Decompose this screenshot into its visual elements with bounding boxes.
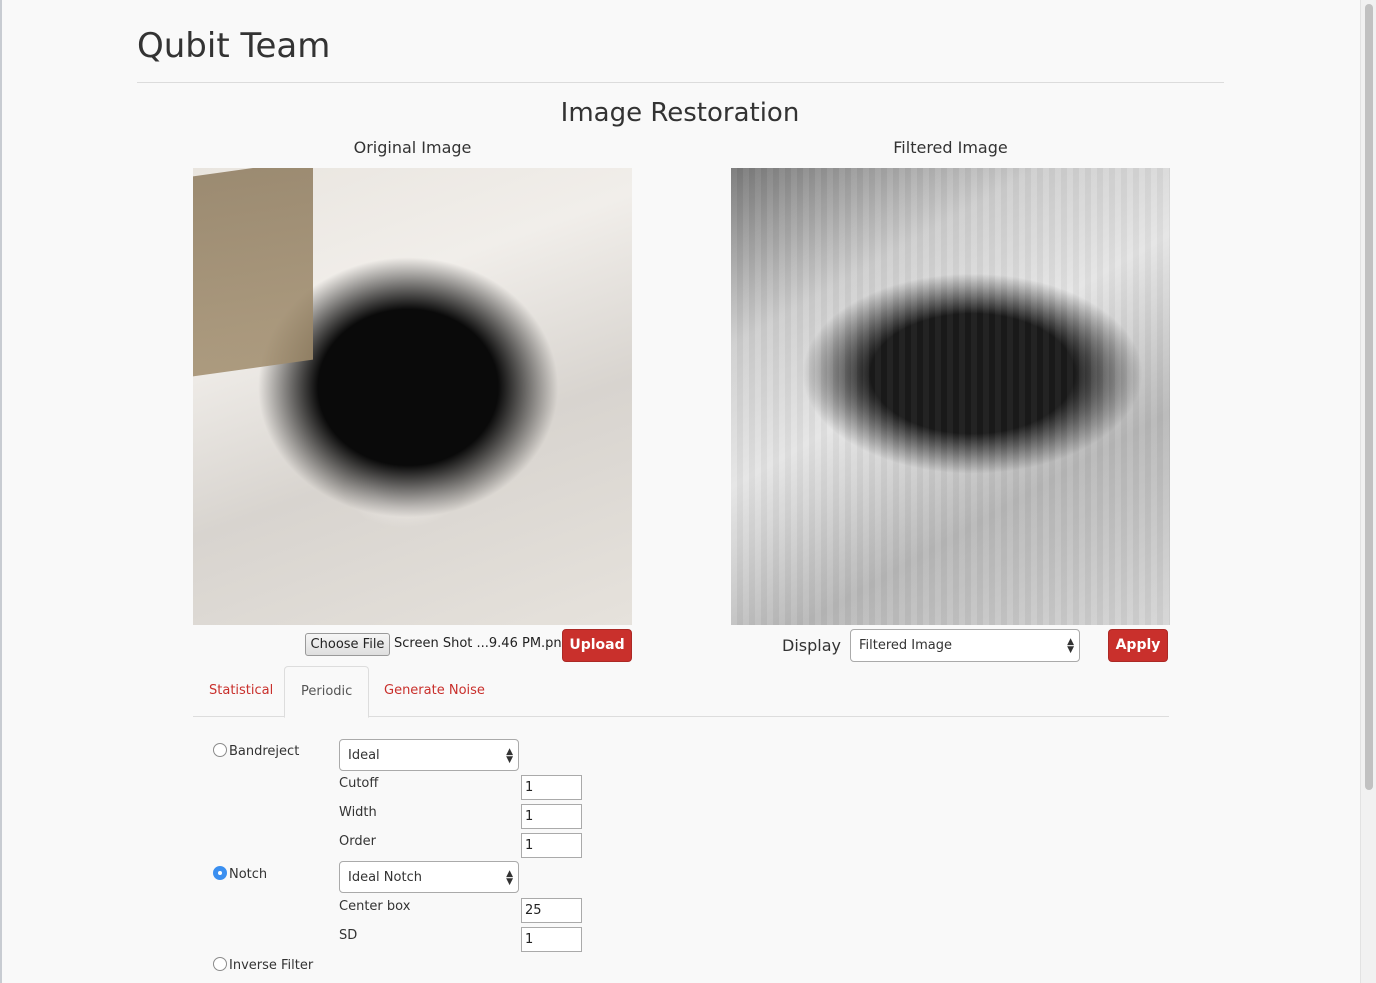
brand-title: Qubit Team <box>137 26 331 66</box>
order-label: Order <box>339 834 376 849</box>
upload-button[interactable]: Upload <box>562 629 632 662</box>
selected-file-name: Screen Shot ...9.46 PM.png <box>394 636 570 651</box>
filtered-image <box>731 168 1170 625</box>
display-label: Display <box>782 636 841 655</box>
select-arrows-icon: ▲ ▼ <box>1067 637 1074 655</box>
display-select-value: Filtered Image <box>859 638 953 653</box>
notch-radio[interactable] <box>213 866 227 880</box>
header-divider <box>137 82 1224 83</box>
tab-statistical[interactable]: Statistical <box>193 666 289 717</box>
display-select[interactable]: Filtered Image ▲ ▼ <box>850 629 1080 662</box>
tab-periodic[interactable]: Periodic <box>284 666 370 718</box>
bandreject-type-select[interactable]: Ideal ▲ ▼ <box>339 739 519 771</box>
cutoff-label: Cutoff <box>339 776 379 791</box>
inverse-filter-radio[interactable] <box>213 957 227 971</box>
bandreject-type-value: Ideal <box>348 748 380 763</box>
filtered-image-caption: Filtered Image <box>893 138 1008 157</box>
width-input[interactable]: 1 <box>521 804 582 829</box>
center-box-label: Center box <box>339 899 411 914</box>
original-image <box>193 168 632 625</box>
original-image-caption: Original Image <box>353 138 472 157</box>
sd-label: SD <box>339 928 358 943</box>
select-arrows-icon: ▲ ▼ <box>506 747 513 765</box>
order-input[interactable]: 1 <box>521 833 582 858</box>
vertical-scrollbar[interactable] <box>1360 0 1376 983</box>
filter-tabs: Statistical Periodic Generate Noise <box>193 666 1169 718</box>
bandreject-label: Bandreject <box>229 744 300 759</box>
tab-generate-noise[interactable]: Generate Noise <box>368 666 501 717</box>
center-box-input[interactable]: 25 <box>521 898 582 923</box>
apply-button[interactable]: Apply <box>1108 629 1168 662</box>
bandreject-option[interactable]: Bandreject <box>213 743 299 759</box>
notch-type-value: Ideal Notch <box>348 870 422 885</box>
sd-input[interactable]: 1 <box>521 927 582 952</box>
notch-label: Notch <box>229 867 268 882</box>
scrollbar-thumb[interactable] <box>1365 4 1373 790</box>
notch-type-select[interactable]: Ideal Notch ▲ ▼ <box>339 861 519 893</box>
choose-file-button[interactable]: Choose File <box>305 633 390 656</box>
select-arrows-icon: ▲ ▼ <box>506 869 513 887</box>
inverse-filter-label: Inverse Filter <box>229 958 314 973</box>
width-label: Width <box>339 805 377 820</box>
bandreject-radio[interactable] <box>213 743 227 757</box>
inverse-filter-option[interactable]: Inverse Filter <box>213 957 313 973</box>
cutoff-input[interactable]: 1 <box>521 775 582 800</box>
notch-option[interactable]: Notch <box>213 866 267 882</box>
window-edge <box>0 0 2 983</box>
page-title: Image Restoration <box>560 98 800 128</box>
